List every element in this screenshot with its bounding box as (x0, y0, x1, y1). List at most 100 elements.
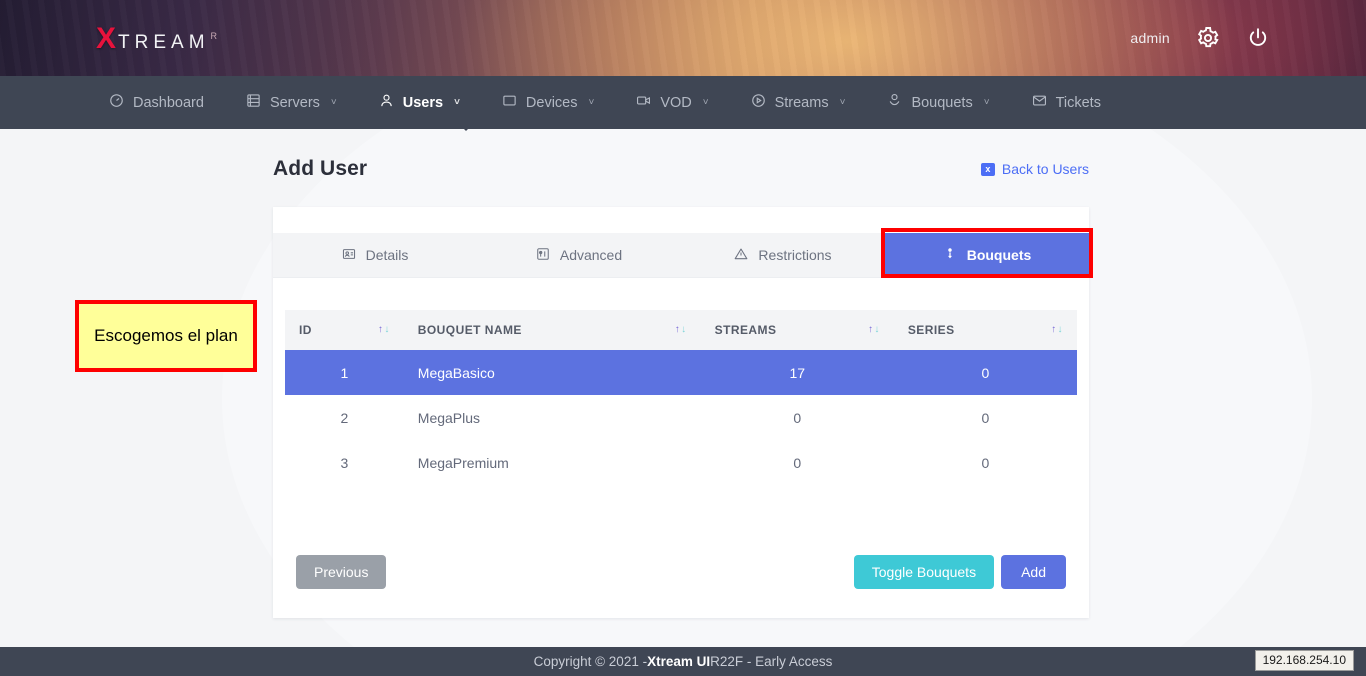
cell-bouquet-name: MegaBasico (417, 364, 495, 381)
nav-label-vod: VOD (660, 94, 692, 111)
bouquet-download-icon (943, 247, 957, 264)
cell-series: 0 (981, 409, 990, 426)
sort-icon-bouquet-name[interactable]: ↑ ↓ (675, 325, 687, 335)
cell-streams: 17 (789, 364, 806, 381)
cell-series: 0 (981, 454, 990, 471)
bouquet-icon (887, 93, 902, 112)
active-nav-pointer (458, 123, 474, 131)
chevron-down-icon: ˅ (454, 97, 460, 108)
nav-label-bouquets: Bouquets (911, 94, 973, 111)
play-circle-icon (751, 93, 766, 112)
sort-down-icon: ↓ (874, 324, 880, 335)
col-header-bouquet-name[interactable]: BOUQUET NAME ↑ ↓ (403, 310, 701, 350)
card-top-strip (273, 207, 1089, 233)
col-header-streams[interactable]: STREAMS ↑ ↓ (700, 310, 894, 350)
footer-product-name: Xtream UI (647, 654, 711, 669)
right-action-buttons: Toggle Bouquets Add (853, 555, 1066, 589)
header-right-controls: admin (1130, 0, 1270, 76)
warning-triangle-icon (734, 247, 748, 264)
sliders-icon (536, 247, 550, 264)
tab-advanced[interactable]: Advanced (477, 233, 681, 277)
sort-up-icon: ↑ (1051, 324, 1057, 335)
cell-id: 1 (340, 364, 349, 381)
cell-bouquet-name: MegaPlus (417, 409, 481, 426)
user-icon (379, 93, 394, 112)
x-close-box-icon: x (980, 162, 995, 176)
previous-button[interactable]: Previous (296, 555, 387, 589)
tab-bar: Details Advanced Restrictions Bouquets (273, 233, 1089, 278)
chevron-down-icon: ˅ (839, 97, 846, 108)
table-header-row: ID ↑ ↓ BOUQUET NAME ↑ ↓ STREAMS ↑ ↓ SERI… (285, 310, 1077, 350)
footer-copyright-pre: Copyright © 2021 - (533, 654, 648, 669)
table-row[interactable]: 1 MegaBasico 17 0 (285, 350, 1077, 395)
brand-x-letter: X (96, 22, 117, 55)
device-square-icon (502, 93, 517, 112)
video-camera-icon (636, 93, 651, 112)
page-content: Add User x Back to Users Details Advance… (0, 129, 1366, 647)
nav-item-vod[interactable]: VOD ˅ (615, 76, 729, 129)
back-link-label: Back to Users (1001, 161, 1089, 177)
col-label-streams: STREAMS (714, 323, 777, 337)
sort-icon-streams[interactable]: ↑ ↓ (868, 325, 880, 335)
envelope-icon (1032, 93, 1047, 112)
nav-label-devices: Devices (525, 94, 578, 111)
page-header-row: Add User x Back to Users (273, 157, 1089, 181)
table-row[interactable]: 3 MegaPremium 0 0 (285, 440, 1077, 485)
ip-address-tooltip: 192.168.254.10 (1254, 650, 1354, 671)
tab-details[interactable]: Details (273, 233, 477, 277)
chevron-down-icon: ˅ (983, 97, 990, 108)
sort-up-icon: ↑ (377, 324, 384, 335)
col-header-series[interactable]: SERIES ↑ ↓ (893, 310, 1077, 350)
footer-copyright-post: R22F - Early Access (710, 654, 833, 669)
annotation-callout: Escogemos el plan (75, 300, 257, 372)
col-header-id[interactable]: ID ↑ ↓ (285, 310, 404, 350)
admin-username[interactable]: admin (1130, 30, 1170, 46)
tab-label-bouquets: Bouquets (966, 247, 1032, 263)
sort-icon-series[interactable]: ↑ ↓ (1051, 325, 1063, 335)
bouquets-table-container: ID ↑ ↓ BOUQUET NAME ↑ ↓ STREAMS ↑ ↓ SERI… (273, 278, 1089, 485)
app-header: X TREAM R admin (0, 0, 1366, 76)
chevron-down-icon: ˅ (702, 97, 709, 108)
sort-down-icon: ↓ (1057, 324, 1063, 335)
nav-item-devices[interactable]: Devices ˅ (481, 76, 615, 129)
nav-item-servers[interactable]: Servers ˅ (225, 76, 358, 129)
toggle-bouquets-button[interactable]: Toggle Bouquets (853, 555, 995, 589)
nav-label-dashboard: Dashboard (133, 94, 204, 111)
chevron-down-icon: ˅ (330, 97, 337, 108)
cell-id: 3 (340, 454, 349, 471)
back-to-users-link[interactable]: x Back to Users (980, 161, 1089, 177)
table-row[interactable]: 2 MegaPlus 0 0 (285, 395, 1077, 440)
tab-bouquets[interactable]: Bouquets (885, 233, 1089, 277)
nav-item-users[interactable]: Users ˅ (358, 76, 481, 129)
nav-label-streams: Streams (774, 94, 829, 111)
power-icon[interactable] (1246, 26, 1270, 50)
site-footer: Copyright © 2021 - Xtream UI R22F - Earl… (0, 647, 1366, 676)
table-body: 1 MegaBasico 17 0 2 MegaPlus 0 0 3 MegaP… (285, 350, 1077, 485)
tab-restrictions[interactable]: Restrictions (681, 233, 885, 277)
nav-item-streams[interactable]: Streams ˅ (730, 76, 867, 129)
col-label-id: ID (299, 323, 312, 337)
brand-logo[interactable]: X TREAM R (96, 24, 217, 54)
gear-icon[interactable] (1196, 26, 1220, 50)
sort-up-icon: ↑ (867, 324, 874, 335)
page-title: Add User (273, 157, 368, 180)
cell-id: 2 (340, 409, 349, 426)
brand-name: TREAM (118, 32, 210, 53)
add-button[interactable]: Add (1001, 555, 1066, 589)
server-list-icon (246, 93, 261, 112)
nav-label-servers: Servers (269, 94, 320, 111)
col-label-series: SERIES (907, 323, 955, 337)
main-navigation: Dashboard Servers ˅ Users ˅ Devices ˅ VO… (0, 76, 1366, 129)
nav-item-bouquets[interactable]: Bouquets ˅ (866, 76, 1010, 129)
nav-item-tickets[interactable]: Tickets (1011, 76, 1122, 129)
card-action-bar: Previous Toggle Bouquets Add (273, 526, 1089, 618)
cell-streams: 0 (793, 454, 802, 471)
nav-item-dashboard[interactable]: Dashboard (88, 76, 225, 129)
chevron-down-icon: ˅ (588, 97, 595, 108)
sort-down-icon: ↓ (681, 324, 687, 335)
sort-down-icon: ↓ (384, 324, 390, 335)
nav-label-tickets: Tickets (1055, 94, 1101, 111)
tab-label-details: Details (365, 247, 409, 263)
cell-series: 0 (981, 364, 990, 381)
sort-icon-id[interactable]: ↑ ↓ (378, 325, 390, 335)
